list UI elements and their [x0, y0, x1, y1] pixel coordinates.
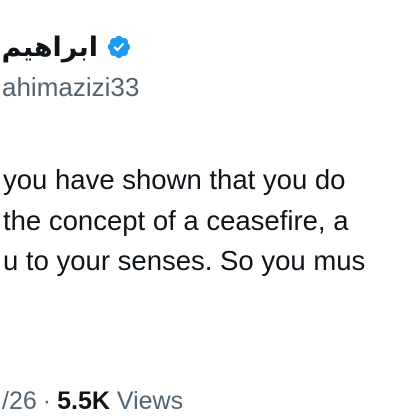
display-name[interactable]: ابراهيم — [2, 32, 98, 63]
user-name-row[interactable]: ابراهيم — [2, 30, 132, 64]
tweet-text-line: you have shown that you do — [3, 164, 346, 195]
tweet-date[interactable]: /26 — [2, 387, 37, 415]
meta-separator: · — [42, 387, 52, 415]
tweet-text-line: the concept of a ceasefire, a — [3, 204, 349, 236]
tweet-meta: /26 · 5.5K Views — [2, 385, 183, 417]
tweet-text: you have shown that you do the concept o… — [3, 160, 420, 282]
views-label: Views — [116, 387, 184, 415]
views-count[interactable]: 5.5K — [57, 387, 110, 415]
tweet-card: ابراهيم ahimazizi33 you have shown that … — [0, 0, 420, 420]
tweet-text-line: u to your senses. So you mus — [3, 245, 366, 276]
verified-badge-icon — [107, 35, 131, 59]
user-handle[interactable]: ahimazizi33 — [2, 72, 139, 102]
tweet-header: ابراهيم ahimazizi33 — [0, 0, 420, 110]
